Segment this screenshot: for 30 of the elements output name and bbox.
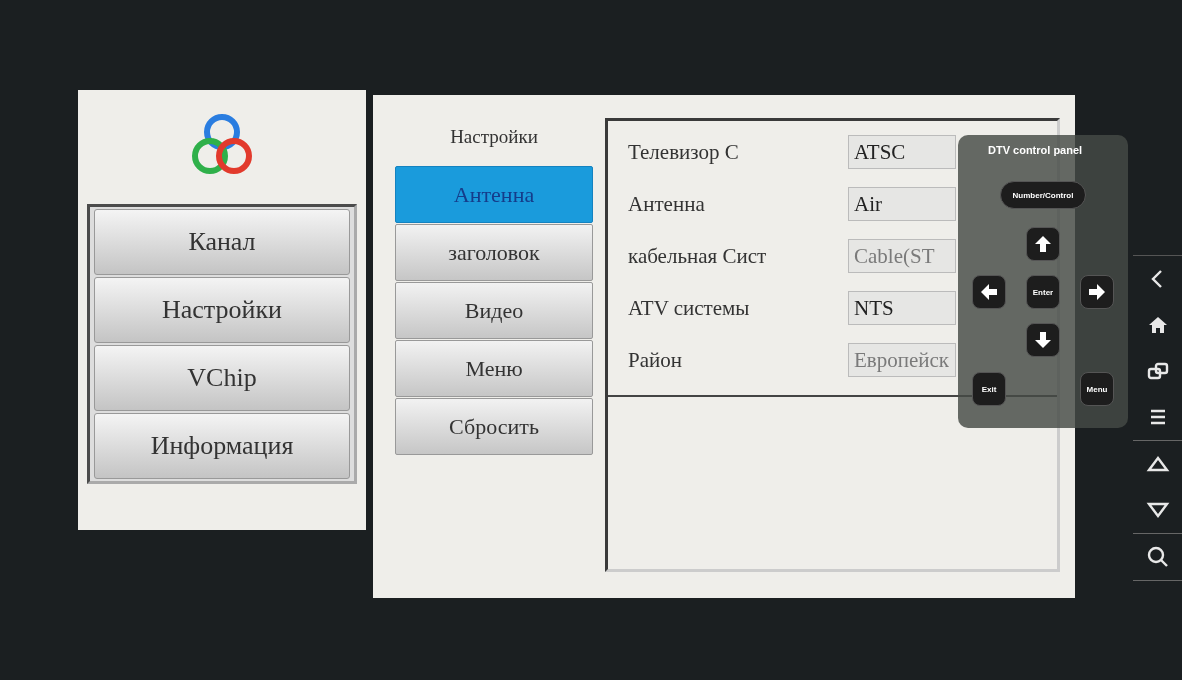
setting-label: ATV системы xyxy=(628,295,751,321)
control-panel-title: DTV control panel xyxy=(988,144,1083,156)
setting-label: Район xyxy=(628,347,683,373)
up-button[interactable] xyxy=(1026,227,1060,261)
left-button[interactable] xyxy=(972,275,1006,309)
setting-label: кабельная Сист xyxy=(628,243,768,269)
setting-label: Антенна xyxy=(628,191,706,217)
settings-title: Настройки xyxy=(450,126,538,148)
menu-button[interactable]: Информация xyxy=(94,413,350,479)
settings-tab[interactable]: Видео xyxy=(395,282,593,339)
enter-button[interactable]: Enter xyxy=(1026,275,1060,309)
number-control-button[interactable]: Number/Control xyxy=(1000,181,1086,209)
setting-dropdown[interactable]: ATSC xyxy=(848,135,956,169)
arrow-icon xyxy=(1033,234,1053,254)
settings-tab[interactable]: заголовок xyxy=(395,224,593,281)
arrow-icon xyxy=(1087,282,1107,302)
exit-button[interactable]: Exit xyxy=(972,372,1006,406)
settings-tab[interactable]: Сбросить xyxy=(395,398,593,455)
menu-button[interactable]: Канал xyxy=(94,209,350,275)
setting-label: Телевизор С xyxy=(628,139,740,165)
down-button[interactable] xyxy=(1026,323,1060,357)
right-button[interactable] xyxy=(1080,275,1114,309)
menu-button[interactable]: VChip xyxy=(94,345,350,411)
setting-dropdown[interactable]: NTS xyxy=(848,291,956,325)
arrow-icon xyxy=(979,282,999,302)
menu-button[interactable]: Menu xyxy=(1080,372,1114,406)
settings-tab[interactable]: Меню xyxy=(395,340,593,397)
menu-button[interactable]: Настройки xyxy=(94,277,350,343)
setting-dropdown[interactable]: Air xyxy=(848,187,956,221)
arrow-icon xyxy=(1033,330,1053,350)
